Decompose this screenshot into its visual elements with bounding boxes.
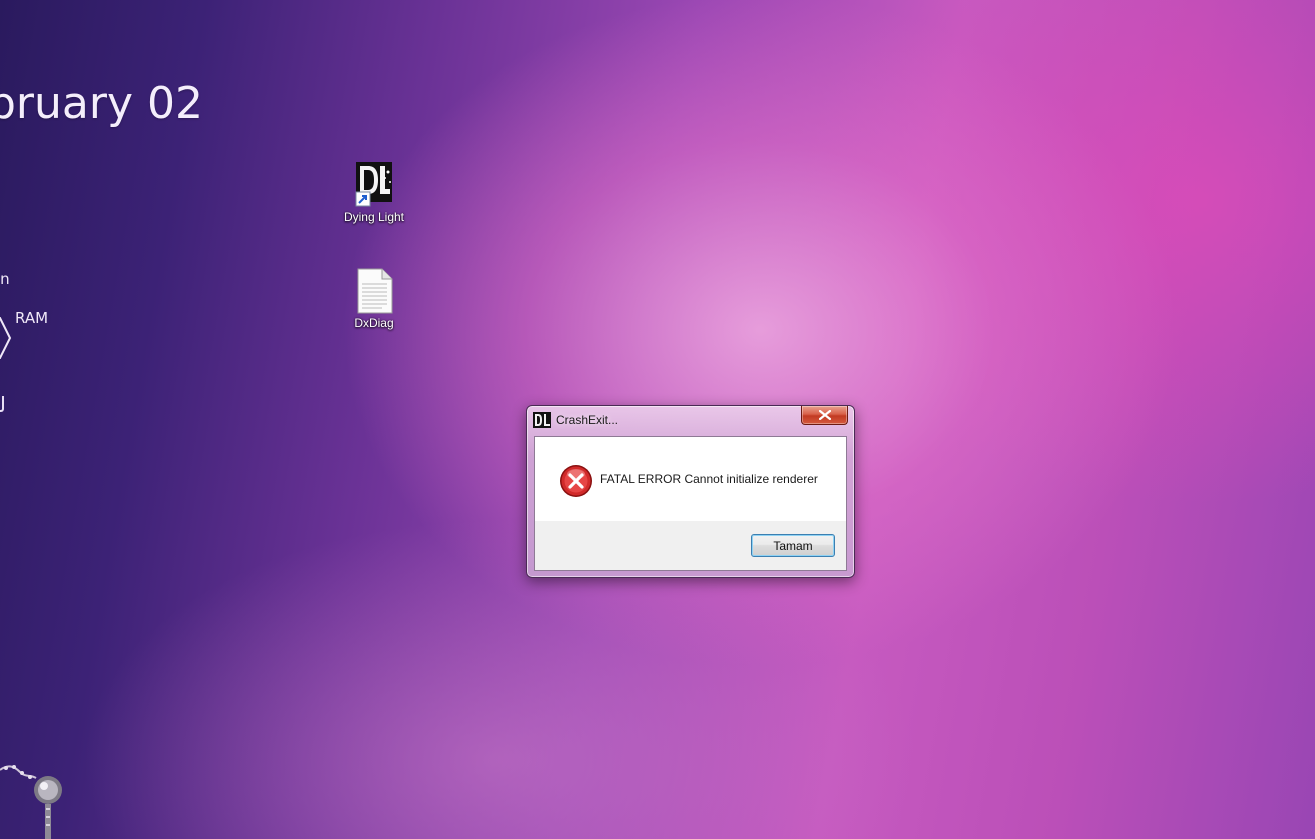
message-area: FATAL ERROR Cannot initialize renderer xyxy=(535,437,846,521)
hexagon-gauge-icon xyxy=(0,317,12,359)
dialog-content: FATAL ERROR Cannot initialize renderer T… xyxy=(534,436,847,571)
hanging-ornament-icon xyxy=(0,765,62,839)
crash-error-dialog: CrashExit... FATAL ERROR Cannot initiali… xyxy=(526,405,855,578)
dying-light-app-icon xyxy=(533,412,551,428)
error-icon xyxy=(560,465,592,497)
ram-gadget-label: RAM xyxy=(15,309,49,327)
ok-button[interactable]: Tamam xyxy=(751,534,835,557)
close-button[interactable] xyxy=(801,406,848,425)
desktop-icon-dxdiag[interactable]: DxDiag xyxy=(334,268,414,330)
dying-light-shortcut-icon xyxy=(355,162,392,207)
error-message: FATAL ERROR Cannot initialize renderer xyxy=(600,472,818,486)
dialog-titlebar[interactable]: CrashExit... xyxy=(527,406,854,436)
gadget-partial-text: in xyxy=(0,270,10,288)
calendar-gadget-date: bruary 02 xyxy=(0,78,203,129)
text-document-icon xyxy=(357,268,393,314)
close-icon xyxy=(818,410,831,420)
desktop-icon-label: Dying Light xyxy=(343,210,405,224)
gadget-partial-mark xyxy=(0,396,4,412)
desktop-icon-dying-light[interactable]: Dying Light xyxy=(334,160,414,224)
desktop-icon-label: DxDiag xyxy=(354,316,394,330)
dialog-title: CrashExit... xyxy=(556,413,619,427)
